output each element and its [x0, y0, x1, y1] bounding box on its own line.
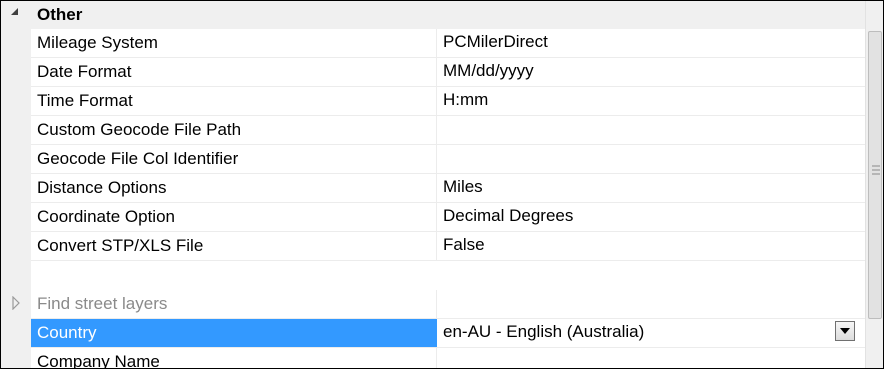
property-row-mileage-system[interactable]: Mileage System PCMilerDirect	[31, 29, 865, 58]
property-row-distance-options[interactable]: Distance Options Miles	[31, 174, 865, 203]
property-value[interactable]: H:mm	[438, 87, 865, 115]
property-name: Country	[31, 319, 437, 347]
property-value[interactable]	[438, 145, 865, 173]
expand-triangle-icon[interactable]	[11, 295, 23, 311]
property-value[interactable]: Decimal Degrees	[438, 203, 865, 231]
dropdown-button[interactable]	[835, 321, 855, 341]
property-value[interactable]: False	[438, 232, 865, 260]
property-row-time-format[interactable]: Time Format H:mm	[31, 87, 865, 116]
property-row-custom-geocode-file-path[interactable]: Custom Geocode File Path	[31, 116, 865, 145]
vertical-scrollbar[interactable]	[865, 1, 883, 368]
property-value[interactable]	[438, 348, 865, 368]
property-name: Find street layers	[31, 290, 437, 318]
category-header[interactable]: Other	[1, 1, 865, 29]
row-gutter	[1, 1, 31, 368]
property-name: Custom Geocode File Path	[31, 116, 437, 144]
property-row-convert-stp-xls-file[interactable]: Convert STP/XLS File False	[31, 232, 865, 261]
property-name: Geocode File Col Identifier	[31, 145, 437, 173]
property-name: Company Name	[31, 348, 437, 368]
property-name: Mileage System	[31, 29, 437, 57]
property-value[interactable]	[438, 116, 865, 144]
property-grid: Other Mileage System PCMilerDirect Date …	[0, 0, 884, 369]
property-value[interactable]: PCMilerDirect	[438, 29, 865, 57]
property-name: Time Format	[31, 87, 437, 115]
property-value[interactable]: Miles	[438, 174, 865, 202]
property-row-company-name[interactable]: Company Name	[31, 348, 865, 368]
collapse-triangle-icon[interactable]	[8, 2, 22, 26]
country-select[interactable]: en-AU - English (Australia)	[438, 319, 865, 347]
property-name: Coordinate Option	[31, 203, 437, 231]
grip-icon	[872, 165, 880, 175]
property-row-country[interactable]: Country en-AU - English (Australia)	[31, 319, 865, 348]
property-value[interactable]: MM/dd/yyyy	[438, 58, 865, 86]
category-title: Other	[37, 5, 83, 24]
property-row-geocode-file-col-identifier[interactable]: Geocode File Col Identifier	[31, 145, 865, 174]
property-row-date-format[interactable]: Date Format MM/dd/yyyy	[31, 58, 865, 87]
scroll-thumb[interactable]	[868, 31, 882, 319]
property-name: Date Format	[31, 58, 437, 86]
chevron-down-icon	[840, 328, 850, 334]
property-value	[438, 290, 865, 318]
property-row-find-street-layers[interactable]: Find street layers	[31, 290, 865, 319]
property-name: Convert STP/XLS File	[31, 232, 437, 260]
property-row-coordinate-option[interactable]: Coordinate Option Decimal Degrees	[31, 203, 865, 232]
property-name: Distance Options	[31, 174, 437, 202]
